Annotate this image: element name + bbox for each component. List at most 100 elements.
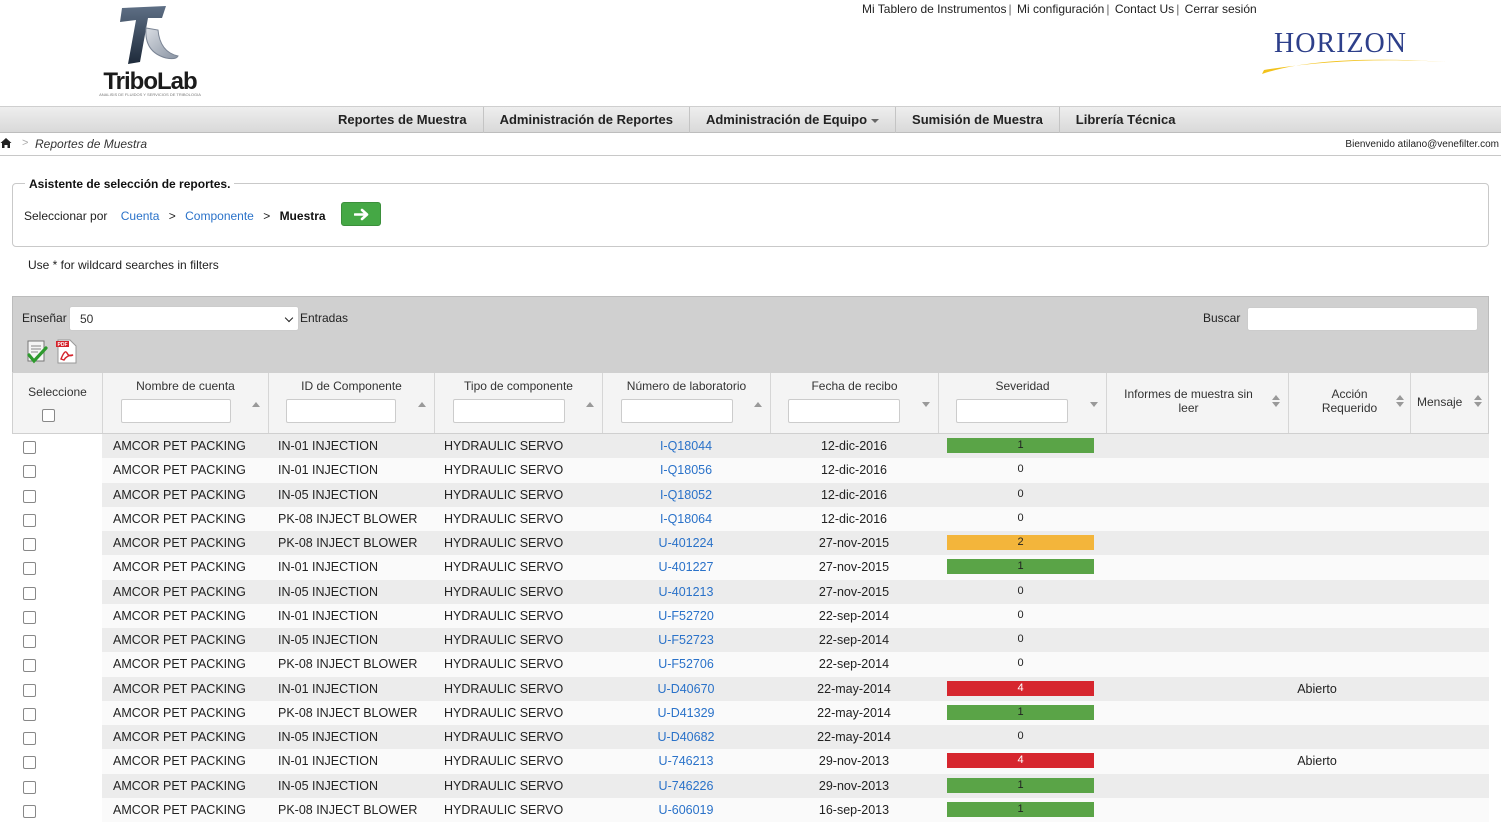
- select-by-label: Seleccionar por: [24, 209, 108, 223]
- table-row[interactable]: AMCOR PET PACKING PK-08 INJECT BLOWER HYDR…: [12, 652, 1489, 677]
- lab-number-filter-input[interactable]: [621, 399, 733, 423]
- table-row[interactable]: AMCOR PET PACKING IN-05 INJECTION HYDRAULI…: [12, 482, 1489, 507]
- lab-number-link[interactable]: U-746213: [602, 754, 770, 768]
- component-id-cell: IN-05 INJECTION: [278, 487, 379, 502]
- settings-link[interactable]: Mi configuración: [1017, 2, 1104, 16]
- row-checkbox[interactable]: [23, 780, 36, 794]
- lab-number-link[interactable]: U-401227: [602, 560, 770, 574]
- account-cell: AMCOR PET PACKING: [113, 633, 246, 647]
- severity-badge: 4: [947, 753, 1094, 769]
- component-type-filter-input[interactable]: [453, 399, 565, 423]
- col-lab-number[interactable]: Número de laboratorio: [603, 373, 771, 433]
- component-type-cell: HYDRAULIC SERVO: [444, 463, 564, 478]
- logout-link[interactable]: Cerrar sesión: [1185, 2, 1257, 16]
- table-header: Seleccione Nombre de cuenta ID de Compon…: [12, 372, 1489, 434]
- row-checkbox[interactable]: [23, 804, 36, 818]
- severity-badge: 2: [947, 535, 1094, 550]
- table-row[interactable]: AMCOR PET PACKING IN-05 INJECTION HYDRAULI…: [12, 579, 1489, 604]
- component-id-filter-input[interactable]: [286, 399, 396, 423]
- lab-number-link[interactable]: U-F52723: [602, 633, 770, 647]
- nav-sample-reports[interactable]: Reportes de Muestra: [322, 107, 484, 133]
- lab-number-link[interactable]: U-401224: [602, 536, 770, 550]
- receipt-date-filter-input[interactable]: [788, 399, 900, 423]
- lab-number-link[interactable]: I-Q18052: [602, 488, 770, 502]
- component-type-cell: HYDRAULIC SERVO: [444, 657, 564, 672]
- wizard-step-component[interactable]: Componente: [185, 209, 254, 223]
- row-checkbox[interactable]: [23, 732, 36, 745]
- row-checkbox[interactable]: [23, 586, 36, 600]
- table-row[interactable]: AMCOR PET PACKING IN-01 INJECTION HYDRAULI…: [12, 749, 1489, 774]
- table-row[interactable]: AMCOR PET PACKING PK-08 INJECT BLOWER HYDR…: [12, 506, 1489, 531]
- table-row[interactable]: AMCOR PET PACKING PK-08 INJECT BLOWER HYDR…: [12, 797, 1489, 822]
- nav-technical-library[interactable]: Librería Técnica: [1060, 107, 1192, 133]
- col-action[interactable]: Acción Requerido: [1289, 373, 1411, 433]
- tribolab-logo[interactable]: TriboLab ANALISIS DE FLUIDOS Y SERVICIOS…: [88, 4, 212, 98]
- approve-report-icon[interactable]: [25, 339, 49, 365]
- lab-number-link[interactable]: U-F52706: [602, 657, 770, 671]
- lab-number-link[interactable]: I-Q18064: [602, 512, 770, 526]
- lab-number-link[interactable]: U-F52720: [602, 609, 770, 623]
- table-row[interactable]: AMCOR PET PACKING IN-01 INJECTION HYDRAULI…: [12, 458, 1489, 483]
- nav-equipment-admin[interactable]: Administración de Equipo: [690, 107, 897, 133]
- row-checkbox[interactable]: [23, 659, 36, 673]
- row-checkbox[interactable]: [23, 465, 36, 479]
- pdf-icon[interactable]: PDF: [55, 339, 79, 365]
- home-icon[interactable]: [0, 137, 12, 149]
- col-component-type[interactable]: Tipo de componente: [435, 373, 603, 433]
- contact-link[interactable]: Contact Us: [1115, 2, 1174, 16]
- table-row[interactable]: AMCOR PET PACKING IN-05 INJECTION HYDRAULI…: [12, 628, 1489, 653]
- row-checkbox[interactable]: [23, 683, 36, 697]
- table-row[interactable]: AMCOR PET PACKING IN-01 INJECTION HYDRAULI…: [12, 603, 1489, 628]
- row-checkbox[interactable]: [23, 538, 36, 551]
- lab-number-link[interactable]: I-Q18056: [602, 463, 770, 477]
- lab-number-link[interactable]: U-606019: [602, 803, 770, 817]
- nav-sample-submission[interactable]: Sumisión de Muestra: [896, 107, 1060, 133]
- table-row[interactable]: AMCOR PET PACKING PK-08 INJECT BLOWER HYDR…: [12, 700, 1489, 725]
- col-account[interactable]: Nombre de cuenta: [103, 373, 269, 433]
- entries-label: Entradas: [300, 311, 349, 325]
- select-all-checkbox[interactable]: [42, 409, 55, 422]
- row-checkbox[interactable]: [23, 610, 36, 624]
- col-unread-label: Informes de muestra sin leer: [1124, 387, 1253, 415]
- lab-number-link[interactable]: U-746226: [602, 779, 770, 793]
- row-checkbox[interactable]: [23, 562, 36, 576]
- lab-number-link[interactable]: I-Q18044: [602, 439, 770, 453]
- lab-number-link[interactable]: U-401213: [602, 585, 770, 599]
- table-row[interactable]: AMCOR PET PACKING IN-01 INJECTION HYDRAULI…: [12, 555, 1489, 580]
- wizard-go-button[interactable]: [341, 202, 381, 226]
- select-cell: [12, 749, 102, 774]
- severity-badge: 0: [1017, 584, 1024, 597]
- dashboard-link[interactable]: Mi Tablero de Instrumentos: [862, 2, 1007, 16]
- row-checkbox[interactable]: [23, 489, 36, 503]
- nav-report-admin[interactable]: Administración de Reportes: [484, 107, 690, 133]
- wizard-step-account[interactable]: Cuenta: [121, 209, 160, 223]
- table-row[interactable]: AMCOR PET PACKING IN-01 INJECTION HYDRAULI…: [12, 434, 1489, 459]
- table-row[interactable]: AMCOR PET PACKING IN-01 INJECTION HYDRAULI…: [12, 676, 1489, 701]
- component-id-cell: IN-01 INJECTION: [278, 439, 379, 453]
- component-id-cell: IN-01 INJECTION: [278, 560, 379, 575]
- receipt-date-cell: 27-nov-2015: [818, 560, 890, 575]
- col-component-id[interactable]: ID de Componente: [269, 373, 435, 433]
- table-row[interactable]: AMCOR PET PACKING IN-05 INJECTION HYDRAULI…: [12, 773, 1489, 798]
- row-checkbox[interactable]: [23, 707, 36, 721]
- receipt-date-cell: 22-may-2014: [817, 730, 891, 744]
- lab-number-link[interactable]: U-D40670: [602, 682, 770, 696]
- row-checkbox[interactable]: [23, 756, 36, 770]
- table-row[interactable]: AMCOR PET PACKING IN-05 INJECTION HYDRAULI…: [12, 725, 1489, 750]
- search-label: Buscar: [1203, 311, 1241, 325]
- col-severity[interactable]: Severidad: [939, 373, 1107, 433]
- col-receipt-date[interactable]: Fecha de recibo: [771, 373, 939, 433]
- row-checkbox[interactable]: [23, 441, 36, 454]
- select-cell: [12, 531, 102, 556]
- lab-number-link[interactable]: U-D40682: [602, 730, 770, 744]
- row-checkbox[interactable]: [23, 513, 36, 527]
- severity-filter-input[interactable]: [956, 399, 1068, 423]
- account-filter-input[interactable]: [121, 399, 231, 423]
- col-unread[interactable]: Informes de muestra sin leer: [1107, 373, 1289, 433]
- table-row[interactable]: AMCOR PET PACKING PK-08 INJECT BLOWER HYDR…: [12, 531, 1489, 556]
- row-checkbox[interactable]: [23, 635, 36, 648]
- entries-select[interactable]: 50: [69, 306, 299, 331]
- col-message[interactable]: Mensaje: [1411, 373, 1488, 433]
- lab-number-link[interactable]: U-D41329: [602, 706, 770, 720]
- search-input[interactable]: [1247, 307, 1478, 331]
